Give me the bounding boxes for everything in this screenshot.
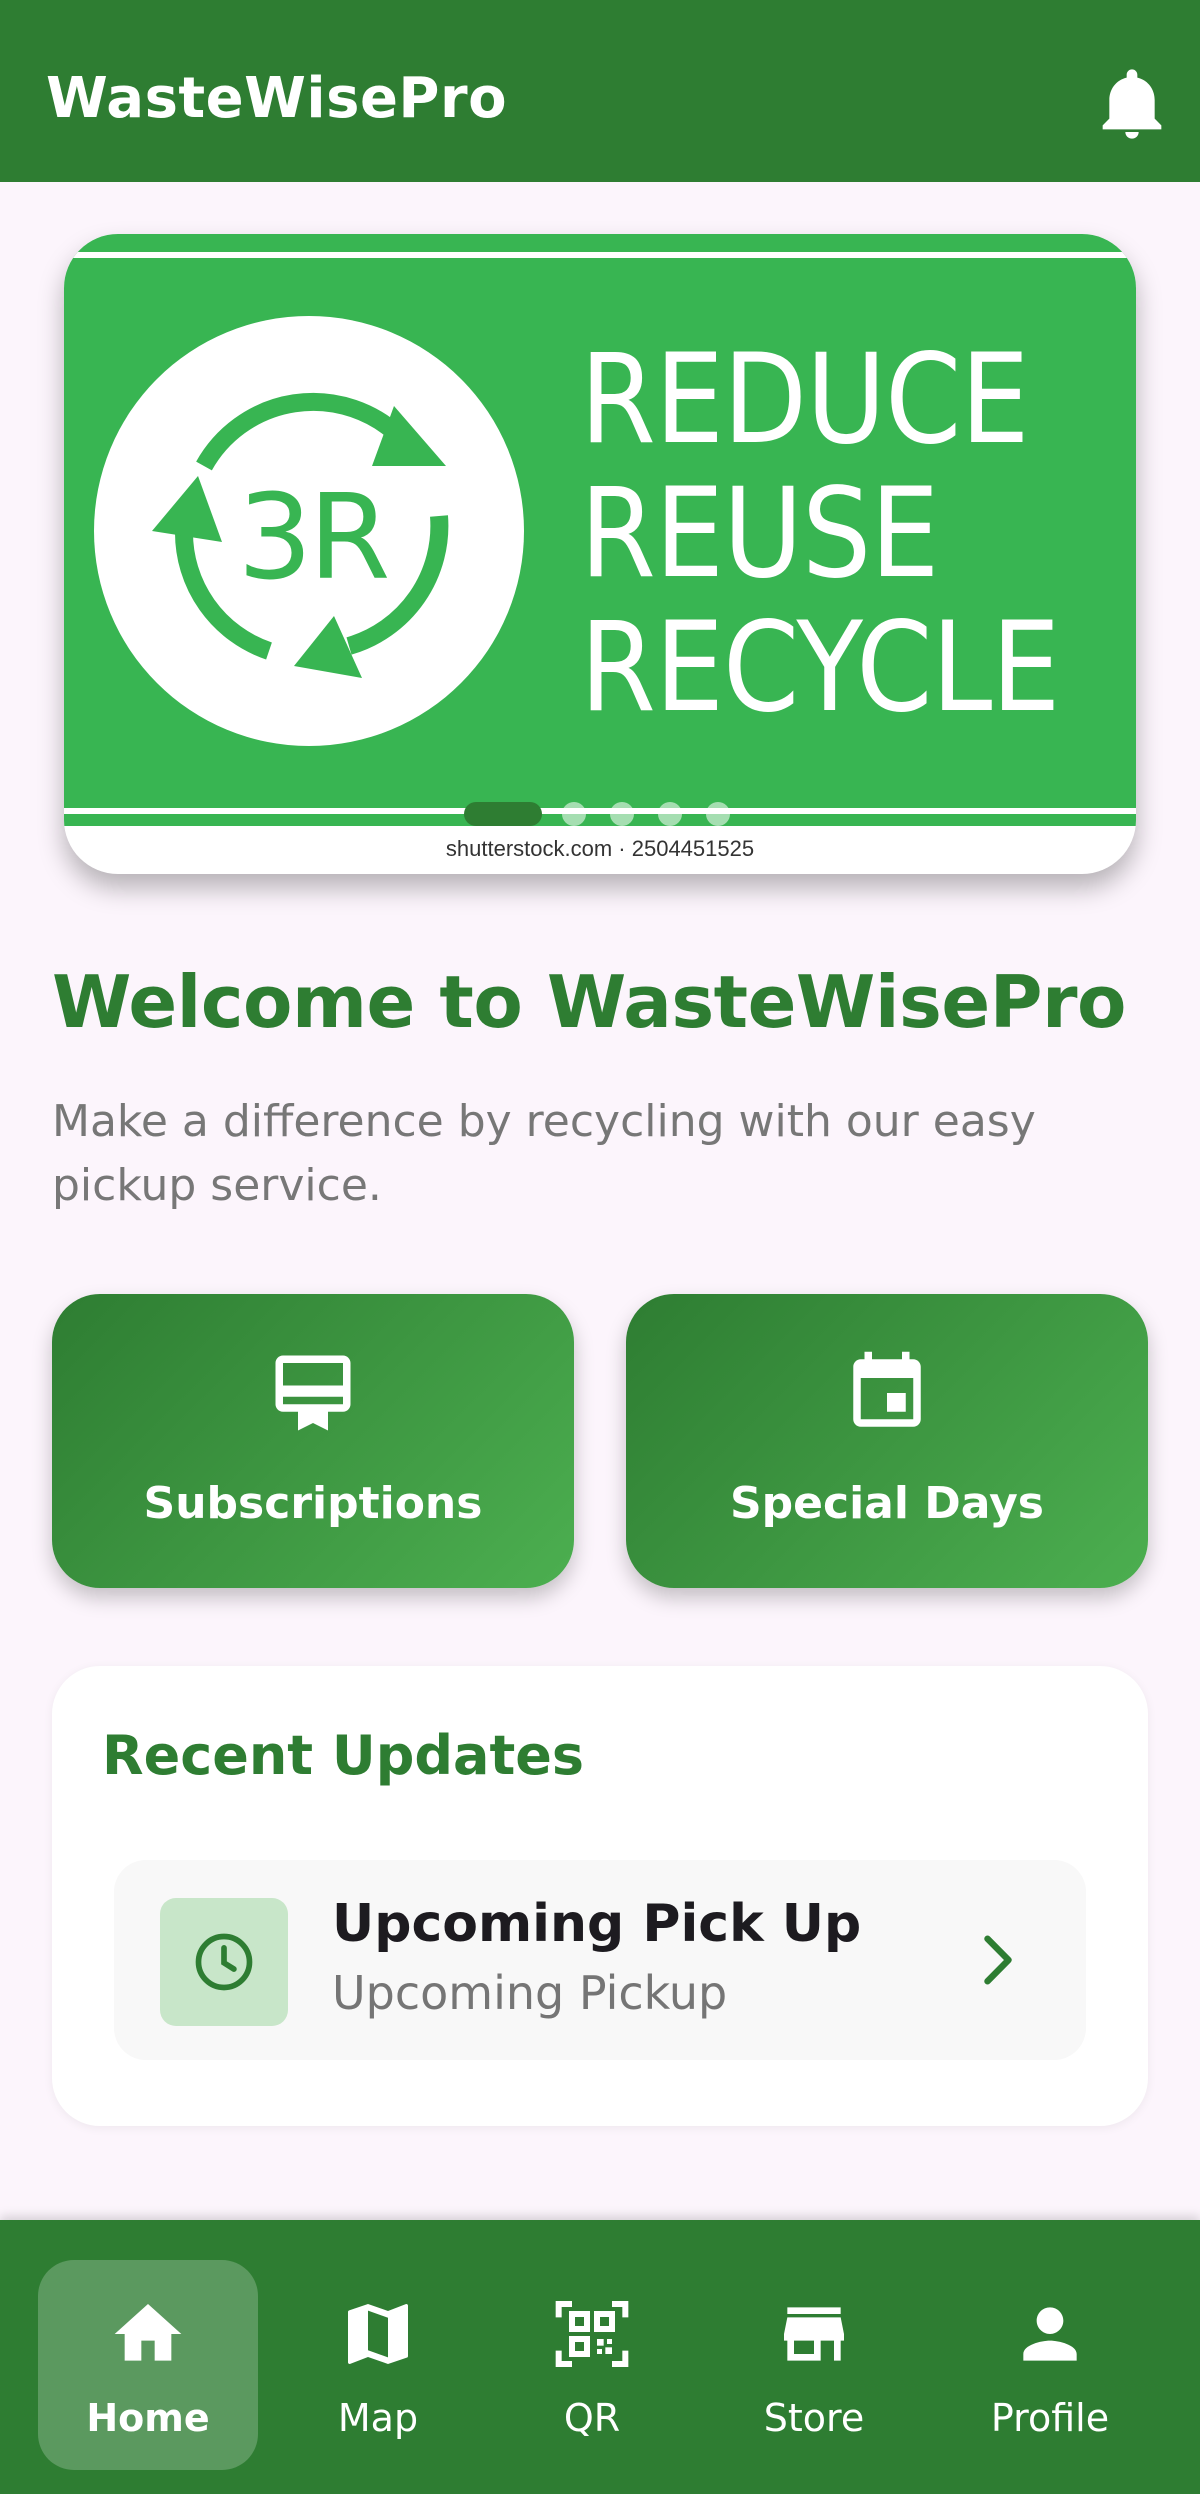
banner-line-reuse: REUSE (580, 462, 939, 606)
update-subtitle: Upcoming Pickup (332, 1966, 728, 2020)
recent-updates-title: Recent Updates (102, 1724, 585, 1787)
chevron-right-icon[interactable] (966, 1930, 1026, 1990)
app-title: WasteWisePro (46, 66, 508, 131)
event-calendar-icon (853, 1351, 921, 1427)
nav-profile[interactable]: Profile (940, 2260, 1160, 2470)
update-icon-container (160, 1898, 288, 2026)
app-bar: WasteWisePro (0, 0, 1200, 182)
special-days-label: Special Days (729, 1478, 1044, 1529)
banner-top-rule (64, 252, 1136, 258)
carousel-dot[interactable] (610, 802, 634, 826)
nav-map[interactable]: Map (268, 2260, 488, 2470)
image-watermark: shutterstock.com · 2504451525 (445, 836, 755, 861)
nav-home[interactable]: Home (38, 2260, 258, 2470)
nav-qr[interactable]: QR (482, 2260, 702, 2470)
person-icon (1023, 2307, 1077, 2361)
nav-store[interactable]: Store (704, 2260, 924, 2470)
banner-bottom-rule (64, 808, 1136, 814)
recycle-badge: 3R (94, 316, 524, 746)
banner-image: 3R REDUCE REUSE RECYCLE (64, 234, 1136, 826)
carousel-dot[interactable] (706, 802, 730, 826)
recycle-arrows-icon: 3R (152, 392, 449, 678)
banner-line-reduce: REDUCE (580, 328, 1029, 472)
card-membership-icon (275, 1355, 351, 1431)
nav-store-label: Store (763, 2396, 865, 2440)
subscriptions-label: Subscriptions (143, 1478, 483, 1529)
map-icon (348, 2304, 408, 2364)
store-icon (784, 2307, 844, 2361)
welcome-title: Welcome to WasteWisePro (52, 960, 1126, 1044)
nav-home-label: Home (86, 2396, 210, 2440)
banner-line-recycle: RECYCLE (580, 596, 1060, 740)
bottom-navigation: Home Map QR Store Profile (0, 2220, 1200, 2494)
recent-updates-card: Recent Updates Upcoming Pick Up Upcoming… (52, 1666, 1148, 2126)
subscriptions-button[interactable]: Subscriptions (52, 1294, 574, 1588)
carousel-dot[interactable] (562, 802, 586, 826)
update-title: Upcoming Pick Up (332, 1894, 862, 1954)
update-item-upcoming-pickup[interactable]: Upcoming Pick Up Upcoming Pickup (114, 1860, 1086, 2060)
special-days-button[interactable]: Special Days (626, 1294, 1148, 1588)
welcome-subtitle: Make a difference by recycling with our … (52, 1096, 1036, 1211)
home-icon (114, 2304, 182, 2361)
nav-qr-label: QR (563, 2396, 621, 2440)
notification-bell-icon[interactable] (1100, 68, 1164, 140)
carousel-dot[interactable] (658, 802, 682, 826)
clock-icon (195, 1933, 253, 1991)
nav-map-label: Map (337, 2396, 419, 2440)
badge-text: 3R (237, 468, 387, 606)
qr-code-icon (555, 2301, 629, 2367)
nav-profile-label: Profile (990, 2396, 1110, 2440)
carousel-dot-active[interactable] (464, 802, 542, 826)
banner-carousel[interactable]: 3R REDUCE REUSE RECYCLE shutterstock.com… (64, 234, 1136, 874)
